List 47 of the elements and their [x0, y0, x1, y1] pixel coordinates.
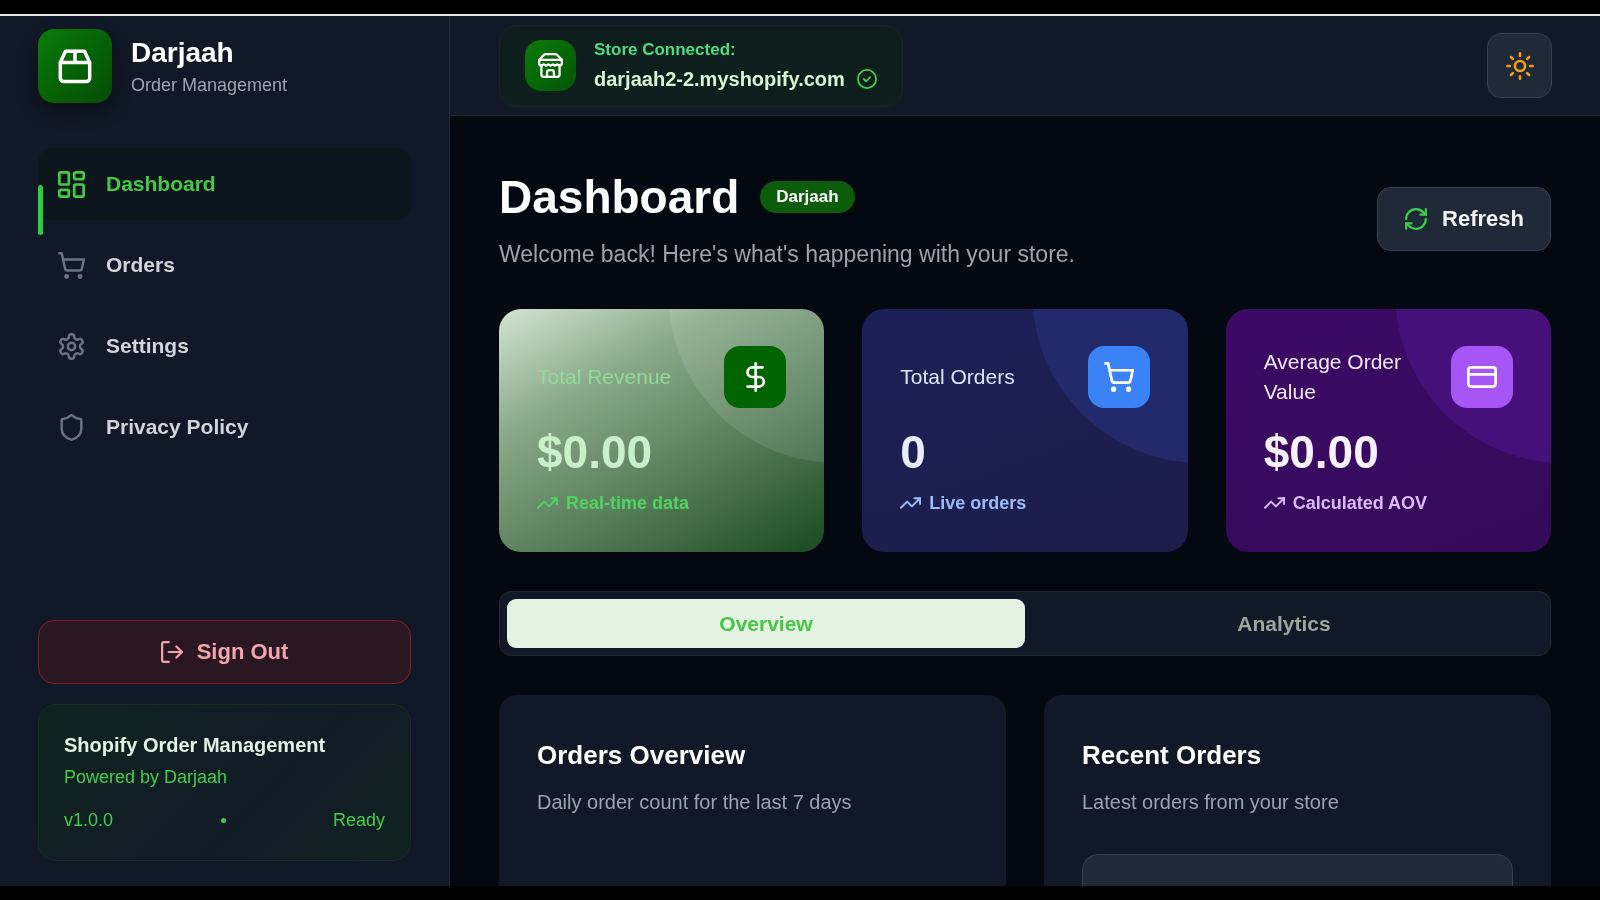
panel-title: Orders Overview [537, 739, 747, 771]
brand-name: Darjaah [131, 35, 235, 70]
stat-value: 0 [900, 425, 927, 479]
panel-subtitle: Latest orders from your store [1082, 790, 1340, 815]
stat-label: Average Order Value [1263, 349, 1402, 405]
refresh-button[interactable]: Refresh [1377, 187, 1551, 251]
tab[interactable]: Analytics [1025, 599, 1543, 648]
sun-icon [1505, 51, 1534, 80]
stat-note: Real-time data [566, 492, 690, 515]
grid-icon [58, 170, 85, 198]
store-badge: Darjaah [760, 181, 855, 213]
settings-icon [58, 332, 85, 360]
credit-card-icon [1451, 346, 1513, 408]
store-status-label: Store Connected: [594, 39, 737, 61]
panel-subtitle: Daily order count for the last 7 days [537, 790, 853, 815]
dollar-icon [724, 346, 787, 408]
package-icon [38, 29, 112, 103]
brand-subtitle: Order Management [131, 73, 288, 97]
stat-label: Total Orders [900, 364, 1016, 390]
sidebar-item[interactable]: Settings [38, 310, 411, 382]
dot-icon [220, 817, 226, 823]
status-text: Ready [332, 809, 385, 832]
powered-by-text: Powered by Darjaah [64, 766, 229, 789]
stat-note: Calculated AOV [1292, 492, 1428, 515]
trend-up-icon [537, 497, 558, 509]
trend-up-icon [1263, 497, 1285, 509]
store-domain: darjaah2-2.myshopify.com [594, 67, 845, 92]
active-indicator [38, 185, 43, 235]
page-title: Dashboard [499, 170, 740, 225]
shield-icon [58, 413, 85, 441]
stat-note: Live orders [929, 492, 1027, 515]
trend-up-icon [900, 497, 922, 509]
sidebar-item[interactable]: Orders [38, 229, 411, 301]
app-title: Shopify Order Management [64, 733, 327, 758]
logout-icon [160, 641, 183, 663]
sidebar-item[interactable]: Privacy Policy [38, 391, 411, 463]
sign-out-button[interactable]: Sign Out [38, 620, 411, 684]
cart-icon [1087, 346, 1150, 408]
version-text: v1.0.0 [64, 809, 114, 832]
stat-value: $0.00 [537, 425, 654, 479]
stat-value: $0.00 [1263, 425, 1380, 479]
page-subtitle: Welcome back! Here's what's happening with your store. [499, 240, 1075, 269]
theme-toggle-button[interactable] [1487, 33, 1552, 98]
panel-title: Recent Orders [1082, 739, 1263, 771]
refresh-icon [1404, 207, 1429, 231]
store-icon [525, 40, 576, 91]
cart-icon [58, 251, 85, 279]
